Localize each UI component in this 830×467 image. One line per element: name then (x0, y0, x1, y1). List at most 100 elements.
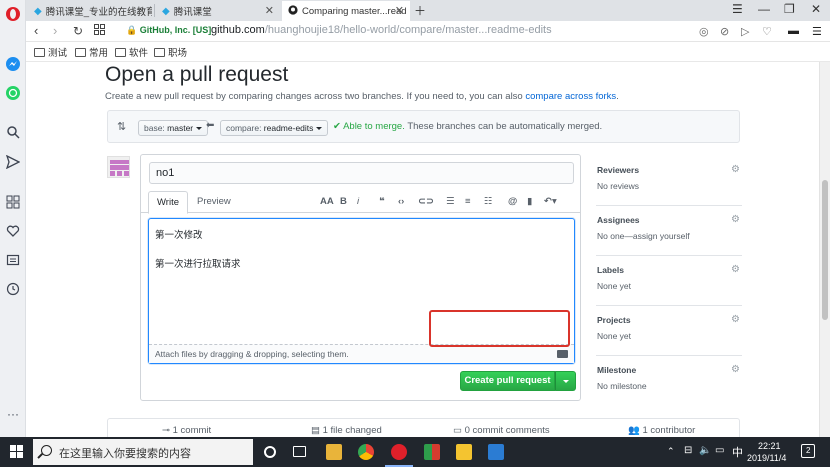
base-branch-select[interactable]: base: master (138, 120, 209, 136)
tab-label: 腾讯课堂 (173, 7, 212, 18)
tab-menu-icon[interactable]: ☰ (732, 2, 743, 16)
task-view-icon[interactable] (293, 446, 306, 457)
header-text-icon[interactable]: AA (320, 196, 334, 207)
chrome-icon[interactable] (358, 444, 374, 460)
windows-start-icon[interactable] (10, 445, 24, 459)
back-icon[interactable]: ‹ (34, 24, 38, 38)
folder-icon (75, 47, 86, 57)
code-icon[interactable]: ‹› (398, 196, 404, 207)
snapshot-icon[interactable]: ◎ (699, 25, 709, 38)
tab-tencent-2[interactable]: ◆ 腾讯课堂 ✕ (156, 1, 280, 21)
battery-saver-icon[interactable]: ▬ (788, 25, 799, 37)
tab-write[interactable]: Write (148, 191, 188, 214)
file-diff-icon: ▤ (311, 425, 323, 436)
numbered-list-icon[interactable]: ≡ (465, 196, 471, 207)
files-changed-count[interactable]: ▤ 1 file changed (311, 425, 382, 436)
sidebar-reviewers: Reviewers ⚙ No reviews (596, 164, 742, 206)
scroll-thumb[interactable] (822, 180, 828, 320)
folder-icon (34, 47, 45, 57)
reference-bookmark-icon[interactable]: ▮ (527, 196, 532, 207)
file-explorer-icon[interactable] (326, 444, 342, 460)
close-tab-icon[interactable]: ✕ (395, 4, 404, 17)
reply-icon[interactable]: ↶▾ (544, 196, 557, 207)
word-icon[interactable] (488, 444, 504, 460)
restore-icon[interactable]: ❐ (784, 2, 795, 16)
minimize-icon[interactable]: — (758, 2, 770, 16)
search-sidebar-icon[interactable] (5, 125, 21, 141)
close-window-icon[interactable]: ✕ (811, 2, 821, 16)
avatar[interactable] (107, 156, 130, 178)
gear-icon[interactable]: ⚙ (731, 214, 740, 225)
opera-logo-icon[interactable] (5, 6, 21, 22)
gear-icon[interactable]: ⚙ (731, 264, 740, 275)
bold-icon[interactable]: B (340, 196, 347, 207)
vpn-icon[interactable]: ⊘ (720, 25, 729, 38)
ime-indicator[interactable]: 中 (732, 444, 743, 460)
tab-github-compare[interactable]: Comparing master...read ✕ (282, 1, 410, 21)
merge-status: ✔ Able to merge. These branches can be a… (333, 121, 603, 132)
commit-comments-count[interactable]: ▭ 0 commit comments (453, 425, 550, 436)
clock-date[interactable]: 2019/11/4 (747, 453, 786, 463)
cortana-icon[interactable] (264, 446, 276, 458)
page-title: Open a pull request (105, 63, 289, 86)
commits-count[interactable]: ⊸ 1 commit (162, 425, 211, 436)
bookmark-folder[interactable]: 测试 (34, 45, 67, 59)
people-icon: 👥 (628, 425, 643, 436)
create-pull-request-button[interactable]: Create pull request (460, 371, 555, 391)
history-icon[interactable] (5, 282, 21, 298)
sidebar-milestone: Milestone ⚙ No milestone (597, 364, 740, 391)
speed-dial-grid-icon[interactable] (94, 24, 105, 38)
bookmark-folder[interactable]: 职场 (154, 45, 187, 59)
editor-tabs: Write Preview AA B i ❝ ‹› ⊂⊃ ☰ ≡ ☷ @ ▮ ↶… (141, 191, 580, 214)
close-tab-icon[interactable]: ✕ (265, 4, 274, 17)
new-tab-icon[interactable]: ＋ (414, 2, 426, 19)
app-icon[interactable] (424, 444, 440, 460)
secure-badge[interactable]: 🔒 GitHub, Inc. [US] (126, 25, 211, 36)
news-icon[interactable] (5, 253, 21, 269)
gear-icon[interactable]: ⚙ (731, 364, 740, 375)
tab-tencent-1[interactable]: ◆ 腾讯课堂_专业的在线教育 (28, 1, 152, 21)
create-pr-dropdown-button[interactable] (555, 371, 576, 391)
messenger-icon[interactable] (5, 56, 21, 72)
page-scrollbar[interactable] (819, 62, 830, 437)
contributors-count[interactable]: 👥 1 contributor (628, 425, 695, 436)
clock-time[interactable]: 22:21 (758, 441, 781, 451)
tab-label: 腾讯课堂_专业的在线教育 (45, 7, 152, 18)
url-field[interactable]: github.com/huanghoujie18/hello-world/com… (211, 24, 552, 36)
caret-down-icon (196, 127, 203, 131)
reload-icon[interactable]: ↻ (73, 24, 83, 38)
volume-icon[interactable]: 🔈 (699, 445, 711, 456)
pr-title-input[interactable] (149, 162, 574, 184)
bullet-list-icon[interactable]: ☰ (446, 196, 455, 207)
quote-icon[interactable]: ❝ (379, 196, 385, 207)
italic-icon[interactable]: i (357, 196, 359, 207)
bookmark-heart-icon[interactable]: ♡ (762, 25, 772, 38)
battery-icon[interactable]: ▭ (715, 445, 724, 456)
notification-center-icon[interactable]: 2 (801, 444, 815, 458)
network-icon[interactable]: ⊟ (684, 445, 692, 456)
heart-icon[interactable] (5, 224, 21, 240)
opera-taskbar-icon[interactable] (391, 444, 407, 460)
easy-setup-icon[interactable]: ☰ (812, 25, 822, 38)
tray-chevron-icon[interactable]: ⌃ (667, 446, 675, 457)
more-icon[interactable]: ··· (5, 406, 21, 422)
link-icon[interactable]: ⊂⊃ (418, 196, 434, 207)
mention-icon[interactable]: @ (508, 196, 517, 207)
page-subtitle: Create a new pull request by comparing c… (105, 91, 619, 102)
forward-icon[interactable]: › (53, 24, 57, 38)
tab-preview[interactable]: Preview (189, 191, 239, 214)
bookmark-folder[interactable]: 常用 (75, 45, 108, 59)
whatsapp-icon[interactable] (5, 85, 21, 101)
send-icon[interactable] (5, 154, 21, 171)
compare-across-forks-link[interactable]: compare across forks (525, 91, 616, 102)
gear-icon[interactable]: ⚙ (731, 314, 740, 325)
sticky-notes-icon[interactable] (456, 444, 472, 460)
bookmark-folder[interactable]: 软件 (115, 45, 148, 59)
task-list-icon[interactable]: ☷ (484, 196, 493, 207)
share-icon[interactable]: ▷ (741, 25, 749, 38)
gear-icon[interactable]: ⚙ (731, 164, 740, 175)
compare-branch-select[interactable]: compare: readme-edits (220, 120, 329, 136)
tab-label: Comparing master...read (302, 5, 407, 17)
taskbar-search-box[interactable]: 在这里输入你要搜索的内容 (33, 439, 253, 465)
speed-dial-icon[interactable] (5, 195, 21, 211)
